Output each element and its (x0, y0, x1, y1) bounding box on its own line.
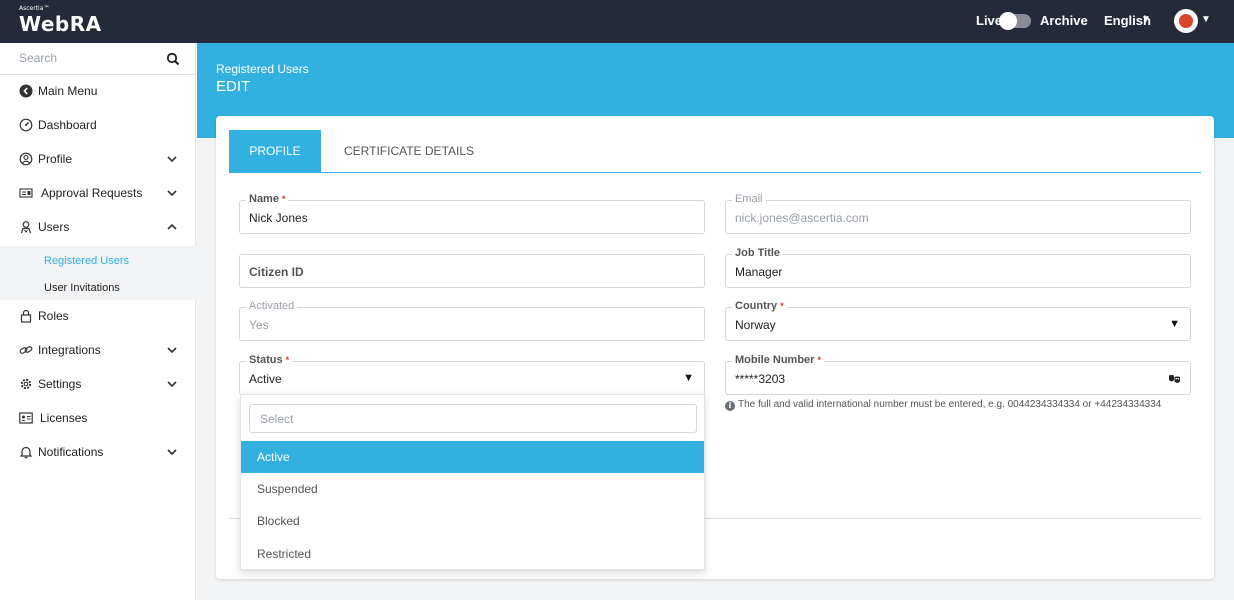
tab-profile[interactable]: PROFILE (229, 130, 321, 173)
status-select[interactable]: Status * Active ▼ (239, 353, 705, 395)
user-circle-icon (19, 152, 33, 166)
logo[interactable]: Ascertia™ WebRA (19, 6, 102, 37)
status-dropdown: Active Suspended Blocked Restricted (240, 394, 705, 570)
sidebar-item-dashboard[interactable]: Dashboard (0, 110, 196, 140)
status-option-suspended[interactable]: Suspended (241, 473, 704, 505)
lock-icon (20, 309, 32, 323)
email-value: nick.jones@ascertia.com (735, 211, 869, 225)
chevron-down-icon[interactable] (166, 153, 178, 165)
info-icon: i (725, 401, 735, 411)
sidebar-item-label: Approval Requests (41, 186, 143, 200)
tab-certificate-details[interactable]: CERTIFICATE DETAILS (344, 130, 474, 173)
bell-icon (19, 446, 33, 459)
chevron-up-icon[interactable] (166, 221, 178, 233)
id-card-icon (19, 188, 33, 198)
activated-field: Activated Yes (239, 299, 705, 341)
sidebar: Main Menu Dashboard Profile Approval Req… (0, 43, 196, 600)
status-label: Status * (246, 353, 293, 367)
name-field[interactable]: Name * Nick Jones (239, 192, 705, 234)
required-mark: * (285, 355, 290, 365)
chevron-down-icon[interactable] (166, 446, 178, 458)
sidebar-item-label: Roles (38, 309, 69, 323)
mobile-number-value: *****3203 (735, 372, 786, 386)
page-title: EDIT (216, 78, 251, 95)
status-dropdown-search[interactable] (249, 404, 697, 433)
dashboard-icon (19, 118, 33, 132)
country-label: Country * (732, 299, 787, 313)
required-mark: * (817, 355, 821, 365)
country-value: Norway (735, 318, 776, 332)
sidebar-item-label: Users (38, 220, 70, 234)
sidebar-item-roles[interactable]: Roles (0, 301, 196, 331)
search-icon[interactable] (166, 52, 180, 66)
sidebar-item-label: Settings (38, 377, 82, 391)
sidebar-item-licenses[interactable]: Licenses (0, 403, 196, 433)
status-option-restricted[interactable]: Restricted (241, 538, 704, 570)
language-caret-icon[interactable]: ▼ (1141, 14, 1151, 25)
sidebar-item-label: Main Menu (38, 84, 98, 98)
country-select[interactable]: Country * Norway ▼ (725, 299, 1191, 341)
link-icon (19, 346, 33, 354)
chevron-down-icon[interactable] (166, 187, 178, 199)
chevron-down-icon[interactable] (166, 378, 178, 390)
sidebar-item-users[interactable]: Users (0, 212, 196, 242)
tab-underline (229, 172, 1201, 173)
logo-product: WebRA (19, 12, 102, 36)
name-label: Name * (246, 192, 289, 206)
caret-down-icon[interactable]: ▼ (1169, 318, 1180, 330)
job-title-label: Job Title (732, 246, 784, 260)
sidebar-subitem-user-invitations[interactable]: User Invitations (44, 282, 120, 294)
mask-icon[interactable] (1168, 374, 1181, 385)
toggle-knob (999, 12, 1017, 30)
mobile-number-hint: i The full and valid international number… (725, 399, 1161, 411)
required-mark: * (780, 301, 784, 311)
hint-text: The full and valid international number … (738, 399, 1162, 410)
status-option-active[interactable]: Active (241, 441, 704, 473)
sidebar-item-label: Licenses (40, 411, 88, 425)
sidebar-item-label: Dashboard (38, 118, 97, 132)
citizen-id-field[interactable]: Citizen ID (239, 254, 705, 288)
sidebar-item-settings[interactable]: Settings (0, 369, 196, 399)
caret-down-icon[interactable]: ▼ (683, 372, 694, 384)
activated-value: Yes (249, 318, 269, 332)
gear-icon (20, 378, 32, 390)
sidebar-item-label: Integrations (38, 343, 101, 357)
mobile-number-field[interactable]: Mobile Number * *****3203 (725, 353, 1191, 395)
sidebar-item-label: Notifications (38, 445, 104, 459)
email-field: Email nick.jones@ascertia.com (725, 192, 1191, 234)
users-submenu: Registered Users User Invitations (0, 246, 196, 300)
mobile-number-label: Mobile Number * (732, 353, 824, 367)
sidebar-item-approval-requests[interactable]: Approval Requests (0, 178, 196, 208)
sidebar-item-main-menu[interactable]: Main Menu (0, 76, 196, 106)
sidebar-search (0, 43, 196, 75)
sidebar-item-integrations[interactable]: Integrations (0, 335, 196, 365)
sidebar-item-label: Profile (38, 152, 73, 166)
citizen-id-label: Citizen ID (249, 265, 304, 279)
users-icon (20, 221, 32, 234)
live-archive-toggle[interactable] (999, 12, 1031, 30)
activated-label: Activated (246, 299, 298, 313)
status-option-blocked[interactable]: Blocked (241, 505, 704, 537)
chevron-down-icon[interactable] (166, 344, 178, 356)
required-mark: * (281, 194, 286, 204)
sidebar-item-profile[interactable]: Profile (0, 144, 196, 174)
user-avatar[interactable] (1174, 9, 1198, 33)
back-circle-icon (19, 84, 33, 98)
job-title-value: Manager (735, 265, 783, 279)
user-menu-caret-icon[interactable]: ▼ (1201, 14, 1211, 25)
top-bar: Ascertia™ WebRA Live Archive English ▼ ▼ (0, 0, 1234, 43)
archive-label[interactable]: Archive (1040, 13, 1088, 28)
sidebar-item-notifications[interactable]: Notifications (0, 437, 196, 467)
email-label: Email (732, 192, 766, 206)
license-icon (19, 412, 33, 424)
job-title-field[interactable]: Job Title Manager (725, 246, 1191, 288)
name-value: Nick Jones (249, 211, 308, 225)
status-value: Active (249, 372, 282, 386)
sidebar-subitem-registered-users[interactable]: Registered Users (44, 255, 129, 267)
sidebar-search-input[interactable] (19, 51, 159, 65)
breadcrumb[interactable]: Registered Users (216, 62, 309, 76)
avatar-face-icon (1179, 14, 1193, 28)
